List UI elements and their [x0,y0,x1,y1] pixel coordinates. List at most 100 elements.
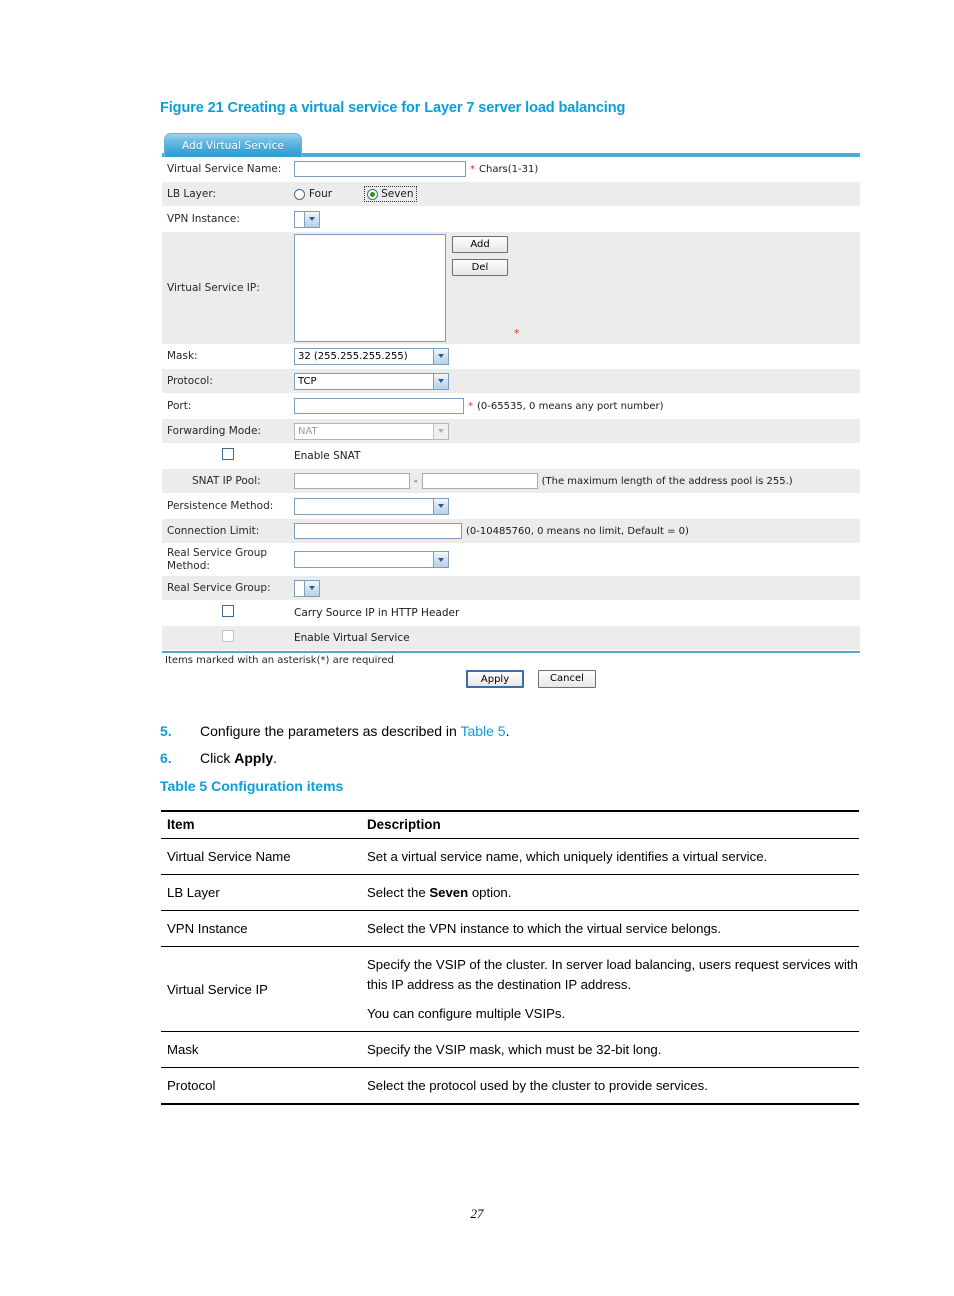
table-header-description: Description [361,810,859,839]
step-6: 6. Click Apply. [160,745,860,772]
forwarding-mode-value: NAT [298,425,318,437]
label-port: Port: [167,399,192,412]
cell-description: Set a virtual service name, which unique… [361,838,859,876]
row-real-service-group: Real Service Group: [162,576,860,601]
label-virtual-service-ip: Virtual Service IP: [167,282,260,294]
cell-item: LB Layer [161,874,361,912]
table-row: Virtual Service IP Specify the VSIP of t… [161,946,859,1032]
chevron-down-icon [433,552,448,567]
cell-description: Select the Seven option. [361,874,859,912]
enable-virtual-service-checkbox[interactable] [222,630,234,643]
required-footnote: Items marked with an asterisk(*) are req… [162,651,860,666]
connection-limit-input[interactable] [294,523,462,539]
row-enable-virtual-service: Enable Virtual Service [162,626,860,651]
step-6-number: 6. [160,750,172,766]
form-actions: Apply Cancel [162,666,860,696]
port-input[interactable] [294,398,464,414]
form-rows: Virtual Service Name: * Chars(1-31) LB La… [162,157,860,696]
cell-item: Protocol [161,1067,361,1106]
hint-snat-ip-pool: (The maximum length of the address pool … [541,475,793,487]
label-real-service-group: Real Service Group: [167,581,271,594]
row-port: Port: * (0-65535, 0 means any port number… [162,394,860,419]
row-mask: Mask: 32 (255.255.255.255) [162,344,860,369]
real-service-group-select[interactable] [294,579,320,597]
row-lb-layer: LB Layer: Four Seven [162,182,860,207]
chevron-down-icon [433,373,448,389]
cell-description: Specify the VSIP of the cluster. In serv… [361,946,859,1032]
apply-button[interactable]: Apply [466,670,524,688]
enable-snat-checkbox-cell [162,448,294,463]
snat-range-separator: - [414,475,418,487]
forwarding-mode-select[interactable]: NAT [294,422,449,440]
cell-item: Mask [161,1031,361,1068]
real-service-group-method-select[interactable] [294,551,449,568]
configuration-items-table: Item Description Virtual Service Name Se… [161,810,859,1106]
snat-ip-pool-end-input[interactable] [421,473,538,489]
virtual-service-name-input[interactable] [294,161,466,177]
table-row: VPN Instance Select the VPN instance to … [161,910,859,948]
label-virtual-service-name: Virtual Service Name: [167,162,282,175]
radio-circle-four-icon [294,188,305,200]
label-enable-snat: Enable SNAT [294,450,361,462]
add-button[interactable]: Add [452,236,508,253]
carry-source-ip-checkbox[interactable] [222,605,234,618]
step-5-text: Configure the parameters as described in… [200,718,510,745]
hint-virtual-service-name: Chars(1-31) [479,163,539,175]
vpn-instance-select[interactable] [294,210,320,228]
document-page: Figure 21 Creating a virtual service for… [0,0,954,1296]
mask-value: 32 (255.255.255.255) [298,350,408,362]
step-5-text-after: . [505,723,510,739]
row-persistence-method: Persistence Method: [162,494,860,519]
label-enable-virtual-service: Enable Virtual Service [294,632,410,644]
table-row: Virtual Service Name Set a virtual servi… [161,838,859,876]
radio-lb-layer-four[interactable]: Four [294,188,332,200]
del-button[interactable]: Del [452,259,508,276]
chevron-down-icon [304,580,319,596]
label-connection-limit: Connection Limit: [167,524,260,537]
row-enable-snat: Enable SNAT [162,444,860,469]
step-6-bold: Apply [234,750,274,766]
row-virtual-service-ip: Virtual Service IP: Add Del * [162,232,860,344]
table-5-link[interactable]: Table 5 [460,723,505,739]
chevron-down-icon [433,423,448,439]
mask-select[interactable]: 32 (255.255.255.255) [294,347,449,365]
chevron-down-icon [433,498,448,514]
row-protocol: Protocol: TCP [162,369,860,394]
persistence-method-select[interactable] [294,497,449,515]
step-5-number: 5. [160,723,172,739]
step-6-text: Click Apply. [200,745,277,772]
snat-ip-pool-start-input[interactable] [294,473,410,489]
protocol-select[interactable]: TCP [294,372,449,390]
radio-circle-seven-icon [367,188,379,200]
required-asterisk-port: * [468,400,473,412]
cell-description: Select the protocol used by the cluster … [361,1067,859,1106]
label-carry-source-ip: Carry Source IP in HTTP Header [294,607,460,619]
label-vpn-instance: VPN Instance: [167,212,240,225]
virtual-service-ip-listbox[interactable] [294,234,446,342]
cancel-button[interactable]: Cancel [538,670,596,688]
desc-bold: Seven [429,885,469,901]
radio-label-seven: Seven [381,188,414,200]
add-virtual-service-screenshot: Add Virtual Service Virtual Service Name… [162,133,860,696]
required-asterisk-name: * [470,163,475,175]
table-row: Protocol Select the protocol used by the… [161,1067,859,1106]
protocol-value: TCP [298,375,317,387]
row-snat-ip-pool: SNAT IP Pool: - (The maximum length of t… [162,469,860,494]
row-real-service-group-method: Real Service Group Method: [162,544,860,576]
hint-port: (0-65535, 0 means any port number) [477,400,664,412]
cell-item: Virtual Service IP [161,946,361,1032]
cell-item: VPN Instance [161,910,361,948]
hint-connection-limit: (0-10485760, 0 means no limit, Default =… [466,525,689,537]
enable-snat-checkbox[interactable] [222,448,234,461]
step-6-text-after: . [273,750,278,766]
row-forwarding-mode: Forwarding Mode: NAT [162,419,860,444]
label-lb-layer: LB Layer: [167,187,217,200]
table-caption: Table 5 Configuration items [160,778,344,794]
page-number: 27 [470,1206,484,1221]
tab-add-virtual-service[interactable]: Add Virtual Service [164,133,302,157]
desc-paragraph: Specify the VSIP of the cluster. In serv… [367,957,858,992]
required-asterisk-vsip: * [514,327,520,340]
radio-lb-layer-seven[interactable]: Seven [364,186,417,202]
label-persistence-method: Persistence Method: [167,499,274,512]
cell-description: Select the VPN instance to which the vir… [361,910,859,948]
